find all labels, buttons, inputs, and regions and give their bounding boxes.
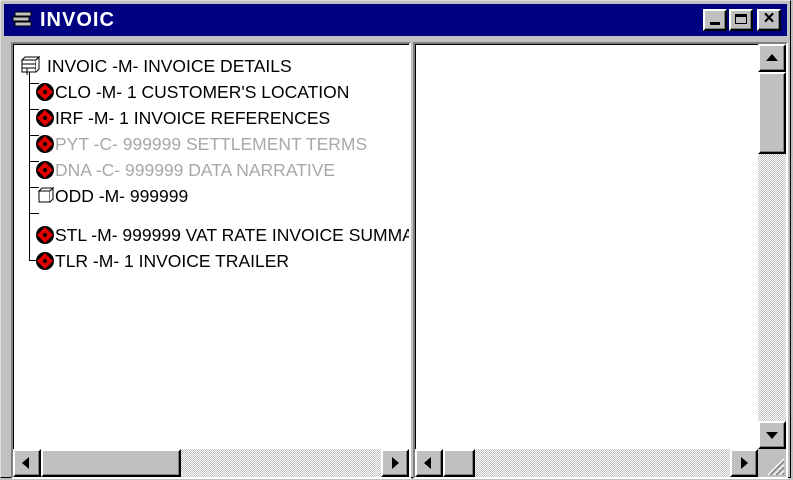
segment-icon [36, 252, 54, 270]
title-bar[interactable]: INVOIC × [4, 4, 787, 36]
scroll-thumb[interactable] [443, 449, 475, 477]
arrow-right-icon [741, 457, 748, 469]
scroll-down-button[interactable] [758, 421, 786, 449]
tree-node-label: STL -M- 999999 VAT RATE INVOICE SUMMARY [55, 225, 411, 245]
scroll-up-button[interactable] [758, 44, 786, 72]
close-button[interactable]: × [757, 8, 781, 31]
segment-icon [36, 226, 54, 244]
invoic-window: INVOIC × INVOIC -M- INVOICE DETAILS CLO … [0, 0, 791, 479]
detail-horizontal-scrollbar[interactable] [415, 449, 758, 477]
tree-root-label: INVOIC -M- INVOICE DETAILS [47, 56, 292, 76]
minimize-icon [710, 22, 720, 25]
arrow-up-icon [766, 54, 778, 61]
minimize-button[interactable] [703, 9, 727, 31]
close-icon: × [763, 8, 775, 29]
segment-icon [36, 83, 54, 101]
resize-grip-icon[interactable] [758, 449, 786, 477]
scroll-right-button[interactable] [730, 449, 758, 477]
folder-icon [37, 186, 55, 203]
arrow-left-icon [424, 457, 431, 469]
scroll-right-button[interactable] [381, 449, 409, 477]
detail-vertical-scrollbar[interactable] [758, 44, 786, 449]
detail-pane[interactable] [413, 42, 788, 479]
tree-pane[interactable]: INVOIC -M- INVOICE DETAILS CLO -M- 1 CUS… [11, 42, 411, 479]
tree-node-label: CLO -M- 1 CUSTOMER'S LOCATION [55, 82, 350, 102]
scroll-left-button[interactable] [13, 449, 41, 477]
arrow-left-icon [22, 457, 29, 469]
maximize-button[interactable] [729, 9, 753, 31]
scroll-left-button[interactable] [415, 449, 443, 477]
segment-icon [36, 135, 54, 153]
arrow-right-icon [392, 457, 399, 469]
stack-icon [12, 11, 32, 27]
maximize-icon [735, 14, 747, 24]
tree-node-label: DNA -C- 999999 DATA NARRATIVE [55, 160, 336, 180]
tree-node-label: TLR -M- 1 INVOICE TRAILER [55, 251, 290, 271]
segment-icon [36, 161, 54, 179]
arrow-down-icon [766, 432, 778, 439]
segment-icon [36, 109, 54, 127]
scroll-thumb[interactable] [758, 72, 786, 154]
scroll-thumb[interactable] [41, 449, 181, 477]
tree-horizontal-scrollbar[interactable] [13, 449, 409, 477]
window-title: INVOIC [40, 9, 115, 31]
group-icon [20, 56, 41, 75]
tree-node-label: PYT -C- 999999 SETTLEMENT TERMS [55, 134, 368, 154]
tree-node-label: IRF -M- 1 INVOICE REFERENCES [55, 108, 331, 128]
tree-node-label: ODD -M- 999999 [55, 186, 189, 206]
